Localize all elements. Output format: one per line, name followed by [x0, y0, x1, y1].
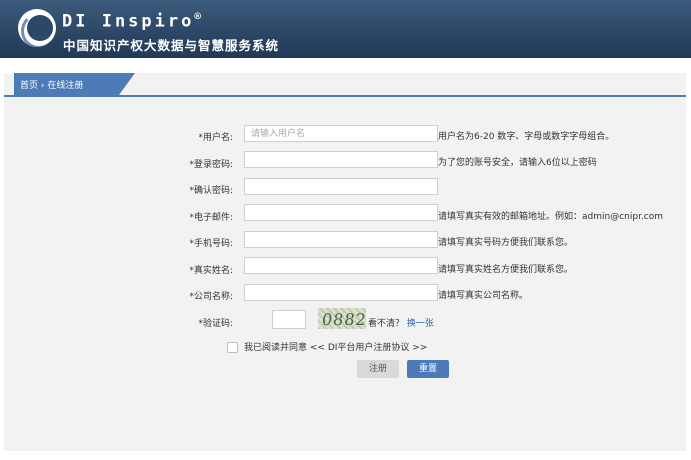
- breadcrumb-home-link[interactable]: 首页: [20, 78, 38, 91]
- breadcrumb: 首页 › 在线注册: [14, 73, 135, 95]
- brand-name: DI Inspiro: [62, 11, 195, 32]
- reset-button[interactable]: 重置: [407, 360, 449, 378]
- agreement-label: 我已阅读并同意: [244, 343, 308, 353]
- breadcrumb-bar: 首页 › 在线注册: [4, 73, 686, 97]
- brand-title: DI Inspiro®: [62, 10, 201, 32]
- captcha-help: 看不清？ 换一张: [368, 316, 434, 329]
- agreement-checkbox[interactable]: [227, 342, 238, 353]
- username-input[interactable]: [244, 125, 438, 142]
- captcha-input[interactable]: [272, 310, 306, 329]
- captcha-image[interactable]: 0882: [318, 308, 366, 329]
- username-hint: 用户名为6-20 数字、字母或数字字母组合。: [438, 132, 615, 142]
- password-label: *登录密码:: [189, 160, 233, 170]
- confirm-password-input[interactable]: [244, 178, 438, 195]
- company-label: *公司名称:: [189, 292, 233, 302]
- agreement-text: 我已阅读并同意 << DI平台用户注册协议 >>: [244, 340, 427, 353]
- confirm-password-label: *确认密码:: [189, 186, 233, 196]
- username-label: *用户名:: [198, 133, 233, 143]
- phone-input[interactable]: [244, 231, 438, 248]
- agreement-link[interactable]: << DI平台用户注册协议 >>: [310, 343, 427, 353]
- breadcrumb-separator: ›: [38, 81, 48, 91]
- captcha-unclear-text: 看不清？: [368, 319, 405, 329]
- logo-icon: [18, 9, 56, 47]
- email-label: *电子邮件:: [189, 213, 233, 223]
- company-hint: 请填写真实公司名称。: [438, 291, 529, 301]
- site-header: DI Inspiro® 中国知识产权大数据与智慧服务系统: [0, 0, 691, 58]
- password-hint: 为了您的账号安全，请输入6位以上密码: [438, 158, 597, 168]
- breadcrumb-current: 在线注册: [47, 81, 84, 91]
- register-button[interactable]: 注册: [357, 360, 399, 378]
- realname-label: *真实姓名:: [189, 266, 233, 276]
- captcha-label: *验证码:: [198, 319, 233, 329]
- email-hint: 请填写真实有效的邮箱地址。例如：admin@cnipr.com: [438, 212, 664, 222]
- registered-mark: ®: [194, 10, 201, 23]
- company-input[interactable]: [244, 284, 438, 301]
- email-input[interactable]: [244, 204, 438, 221]
- realname-hint: 请填写真实姓名方便我们联系您。: [438, 265, 574, 275]
- realname-input[interactable]: [244, 257, 438, 274]
- phone-hint: 请填写真实号码方便我们联系您。: [438, 238, 574, 248]
- phone-label: *手机号码:: [189, 239, 233, 249]
- password-input[interactable]: [244, 151, 438, 168]
- captcha-refresh-link[interactable]: 换一张: [407, 319, 434, 329]
- brand-subtitle: 中国知识产权大数据与智慧服务系统: [63, 38, 280, 53]
